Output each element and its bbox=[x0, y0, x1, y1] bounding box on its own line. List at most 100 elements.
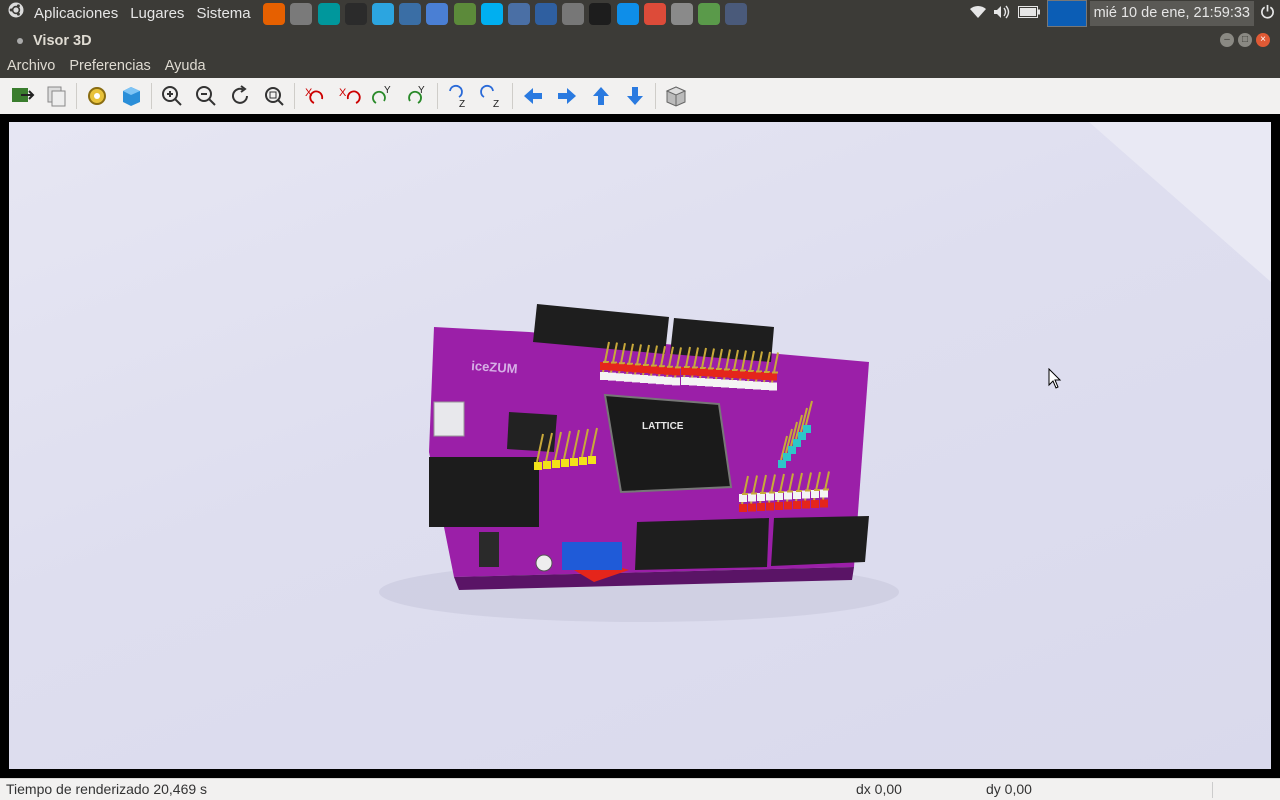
top-right-pin-strip-base bbox=[729, 380, 737, 388]
arduino-icon[interactable] bbox=[317, 2, 340, 25]
pan-down-icon bbox=[627, 87, 643, 105]
cyan-pin-strip-base bbox=[788, 446, 796, 454]
minimize-icon[interactable]: – bbox=[1220, 33, 1234, 47]
telegram-icon[interactable] bbox=[371, 2, 394, 25]
pan-down-button[interactable] bbox=[620, 81, 650, 111]
network-globe-icon[interactable] bbox=[698, 2, 721, 25]
top-left-red-strip-base bbox=[656, 366, 664, 375]
power-icon[interactable] bbox=[1254, 4, 1280, 23]
cyan-pin-strip-base bbox=[783, 453, 791, 461]
yellow-pin-strip-base bbox=[579, 457, 587, 465]
pan-right-button[interactable] bbox=[552, 81, 582, 111]
menu-ayuda[interactable]: Ayuda bbox=[158, 58, 213, 74]
bottom-red-pin-strip-base bbox=[802, 500, 810, 509]
header-bottom-left bbox=[635, 518, 769, 570]
battery-icon[interactable] bbox=[1014, 6, 1044, 21]
pan-up-button[interactable] bbox=[586, 81, 616, 111]
top-right-red-strip-base bbox=[729, 370, 737, 378]
menu-sistema[interactable]: Sistema bbox=[190, 0, 256, 27]
menu-lugares[interactable]: Lugares bbox=[124, 0, 190, 27]
top-right-pin-strip-base bbox=[721, 379, 729, 388]
rotate-x-ccw-button[interactable]: X bbox=[334, 81, 364, 111]
yellow-pin-strip-base bbox=[588, 456, 596, 464]
yellow-pin-strip-base bbox=[534, 462, 542, 470]
menu-preferencias[interactable]: Preferencias bbox=[62, 58, 157, 74]
bottom-red-pin-strip-base bbox=[766, 502, 774, 511]
zoom-fit-button[interactable] bbox=[259, 81, 289, 111]
window-titlebar[interactable]: Visor 3D – □ × bbox=[0, 27, 1280, 54]
wifi-icon[interactable] bbox=[966, 5, 990, 22]
media-player-icon[interactable] bbox=[589, 2, 612, 25]
launcher-bar bbox=[261, 2, 750, 25]
redraw-icon bbox=[232, 85, 248, 104]
display-icon[interactable] bbox=[725, 2, 748, 25]
firefox-icon[interactable] bbox=[263, 2, 286, 25]
bottom-red-pin-strip-base bbox=[793, 501, 801, 509]
system-monitor-graph[interactable] bbox=[1046, 0, 1087, 27]
chrome-icon[interactable] bbox=[643, 2, 666, 25]
zoom-in-button[interactable] bbox=[157, 81, 187, 111]
top-right-pin-strip-base bbox=[705, 378, 713, 387]
info-icon[interactable] bbox=[507, 2, 530, 25]
clock[interactable]: mié 10 de ene, 21:59:33 bbox=[1089, 1, 1254, 26]
copy-icon bbox=[47, 86, 66, 107]
rotate-x-cw-icon: X bbox=[305, 87, 324, 104]
top-left-pin-strip-base bbox=[656, 376, 664, 385]
bottom-red-pin-strip-base bbox=[784, 501, 792, 510]
top-left-red-strip-base bbox=[672, 367, 680, 376]
teamviewer-icon[interactable] bbox=[616, 2, 639, 25]
system-monitor-icon[interactable] bbox=[453, 2, 476, 25]
yellow-pin-strip-base bbox=[552, 460, 560, 468]
rotate-x-cw-button[interactable]: X bbox=[300, 81, 330, 111]
virtualbox-icon[interactable] bbox=[535, 2, 558, 25]
orthographic-icon bbox=[665, 86, 687, 107]
top-right-red-strip-base bbox=[753, 371, 761, 380]
svg-text:Z: Z bbox=[459, 99, 465, 109]
cyan-pin-strip-base bbox=[803, 425, 811, 433]
skype-icon[interactable] bbox=[480, 2, 503, 25]
chromium-icon[interactable] bbox=[426, 2, 449, 25]
menu-archivo[interactable]: Archivo bbox=[0, 58, 62, 74]
rotate-z-ccw-button[interactable]: Z bbox=[477, 81, 507, 111]
bottom-white-strip-base bbox=[811, 490, 819, 498]
yellow-pin-strip-base bbox=[570, 458, 578, 466]
render-mode-button[interactable] bbox=[116, 81, 146, 111]
orthographic-button[interactable] bbox=[661, 81, 691, 111]
close-icon[interactable]: × bbox=[1256, 33, 1270, 47]
rotate-z-cw-button[interactable]: Z bbox=[443, 81, 473, 111]
svg-text:X: X bbox=[339, 87, 347, 99]
rotate-z-ccw-icon: Z bbox=[480, 84, 499, 109]
mount-hole bbox=[535, 554, 553, 572]
export-button[interactable] bbox=[7, 81, 37, 111]
window-menu-icon[interactable] bbox=[17, 37, 23, 44]
redraw-button[interactable] bbox=[225, 81, 255, 111]
keyboard-icon[interactable] bbox=[671, 2, 694, 25]
terminal-icon[interactable] bbox=[344, 2, 367, 25]
top-right-red-strip-base bbox=[737, 370, 745, 379]
top-left-red-strip-base bbox=[608, 362, 616, 371]
capacitor bbox=[479, 532, 499, 567]
volume-icon[interactable] bbox=[990, 5, 1014, 22]
chip-label: LATTICE bbox=[642, 421, 684, 432]
svg-text:Z: Z bbox=[493, 99, 499, 109]
rotate-y-ccw-button[interactable]: Y bbox=[402, 81, 432, 111]
maximize-icon[interactable]: □ bbox=[1238, 33, 1252, 47]
pan-left-button[interactable] bbox=[518, 81, 548, 111]
menu-aplicaciones[interactable]: Aplicaciones bbox=[28, 0, 124, 27]
ubuntu-logo-icon[interactable] bbox=[0, 0, 28, 27]
remote-desktop-icon[interactable] bbox=[399, 2, 422, 25]
zoom-out-button[interactable] bbox=[191, 81, 221, 111]
panel-indicators: mié 10 de ene, 21:59:33 bbox=[966, 0, 1280, 27]
rotate-y-cw-button[interactable]: Y bbox=[368, 81, 398, 111]
mouse-cursor-icon bbox=[1048, 368, 1062, 389]
settings-button[interactable] bbox=[82, 81, 112, 111]
3d-canvas[interactable]: LATTICE iceZUM bbox=[9, 122, 1271, 769]
bottom-white-strip-base bbox=[757, 493, 765, 501]
top-panel: Aplicaciones Lugares Sistema mié 10 de e… bbox=[0, 0, 1280, 27]
file-manager-icon[interactable] bbox=[290, 2, 313, 25]
top-right-red-strip-base bbox=[713, 369, 721, 377]
top-right-pin-strip-base bbox=[713, 379, 721, 387]
copy-button[interactable] bbox=[41, 81, 71, 111]
calculator-icon[interactable] bbox=[562, 2, 585, 25]
bottom-white-strip-base bbox=[793, 491, 801, 499]
